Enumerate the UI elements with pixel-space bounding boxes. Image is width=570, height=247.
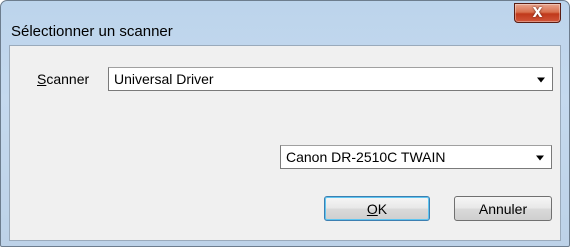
scanner-model-value: Canon DR-2510C TWAIN xyxy=(286,149,446,165)
scanner-label: Scanner xyxy=(37,71,89,87)
title-bar[interactable]: Sélectionner un scanner X xyxy=(1,1,569,45)
dialog-window: Sélectionner un scanner X Scanner Univer… xyxy=(0,0,570,247)
ok-button-mnemonic: O xyxy=(366,200,378,217)
ok-button[interactable]: OK xyxy=(324,196,430,221)
scanner-driver-value: Universal Driver xyxy=(114,71,214,87)
scanner-label-rest: canner xyxy=(46,71,90,87)
chevron-down-icon[interactable] xyxy=(536,155,544,161)
chevron-down-icon[interactable] xyxy=(537,77,545,83)
scanner-driver-select[interactable]: Universal Driver xyxy=(108,67,553,91)
scanner-label-mnemonic: S xyxy=(37,71,47,87)
close-icon: X xyxy=(532,5,543,21)
cancel-button[interactable]: Annuler xyxy=(454,196,552,221)
scanner-model-select[interactable]: Canon DR-2510C TWAIN xyxy=(280,145,552,169)
close-button[interactable]: X xyxy=(514,3,561,23)
dialog-body: Scanner Universal Driver Canon DR-2510C … xyxy=(9,45,561,241)
ok-button-rest: K xyxy=(377,200,388,217)
window-title: Sélectionner un scanner xyxy=(11,23,173,40)
